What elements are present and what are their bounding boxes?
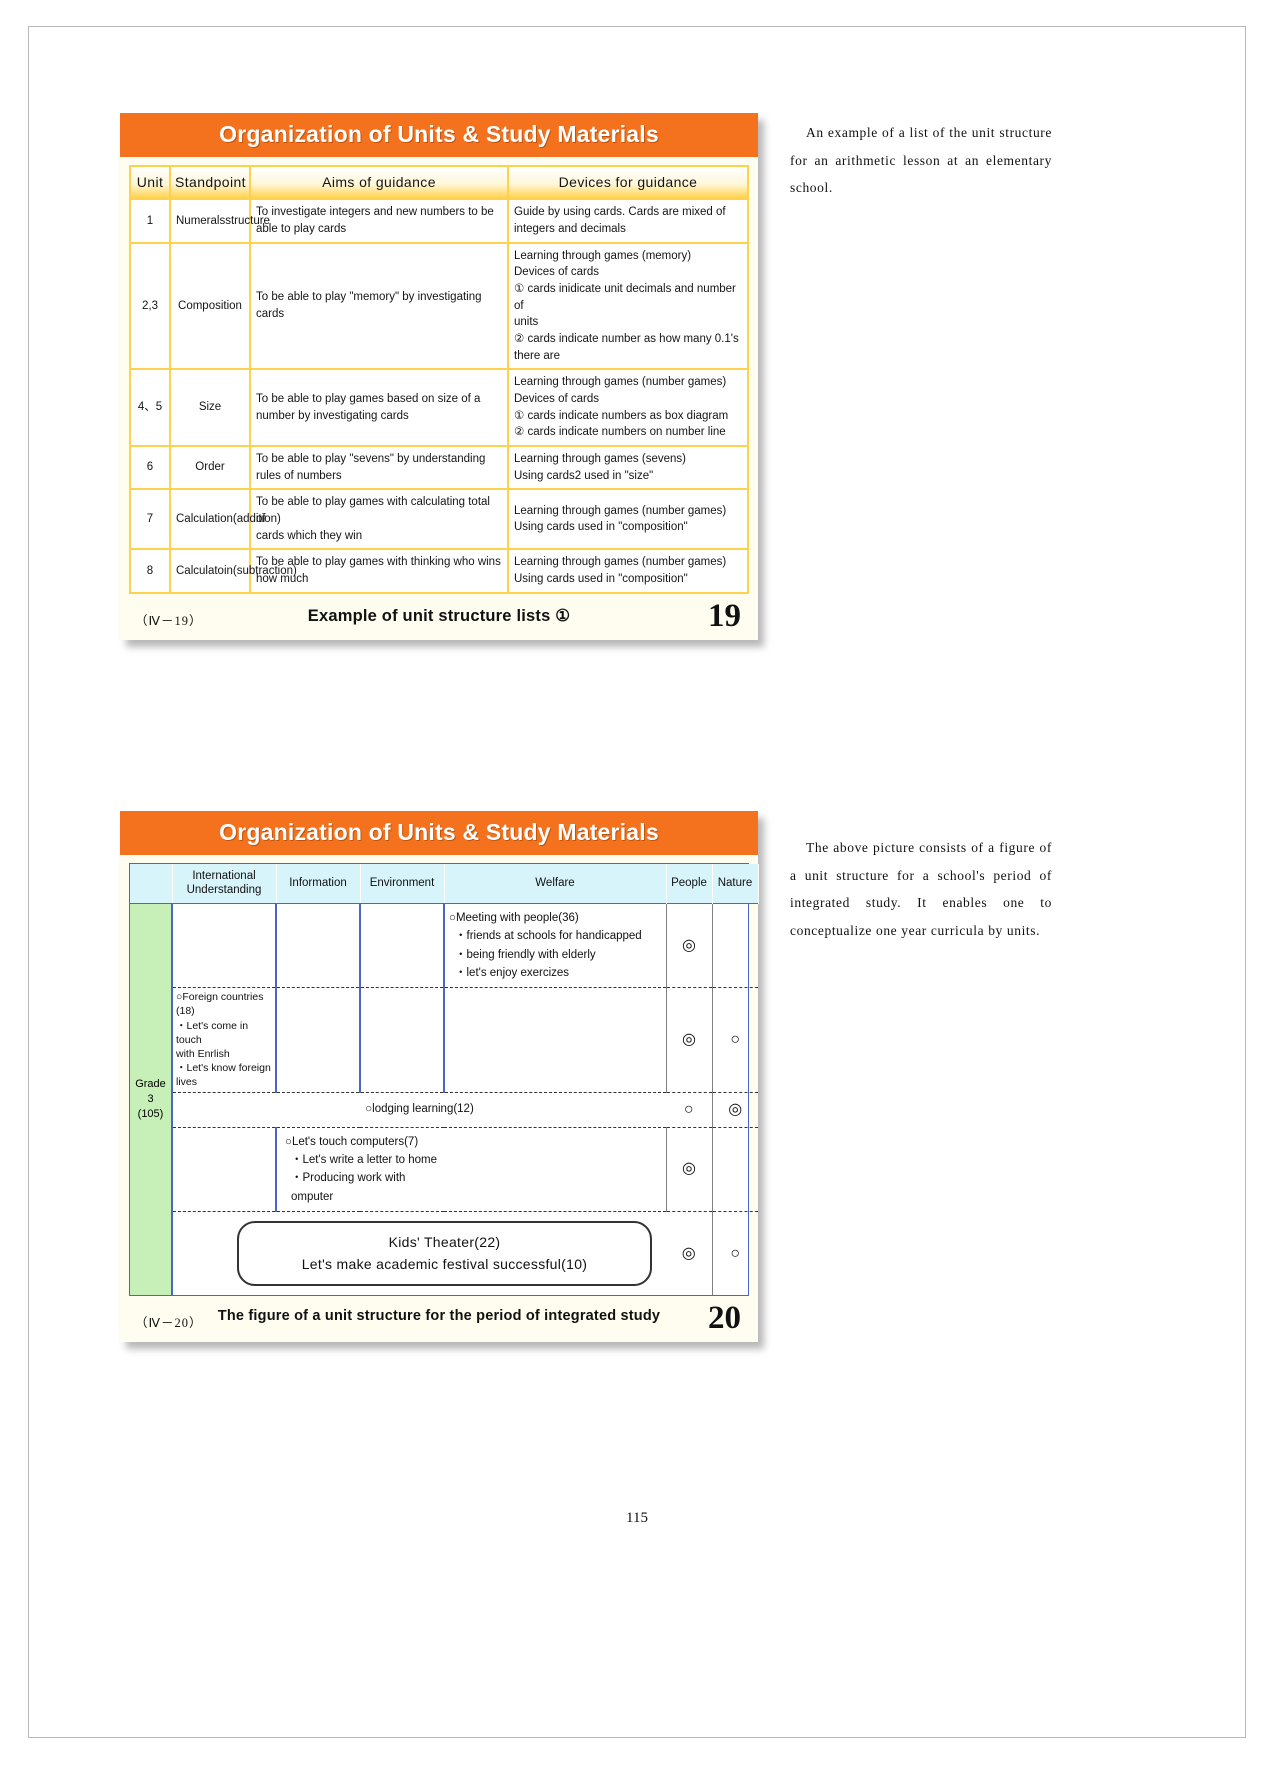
grid-row-kids-theater: Kids' Theater(22) Let's make academic fe… (130, 1211, 758, 1296)
cell-standpoint: Size (169, 368, 251, 448)
cell-devices: Learning through games (sevens) Using car… (507, 445, 749, 491)
cell-standpoint: Composition (169, 241, 251, 371)
slide1-footer: （Ⅳ－19） Example of unit structure lists ①… (129, 598, 749, 638)
slide2-note: The above picture consists of a figure o… (790, 834, 1052, 945)
kids-theater-box: Kids' Theater(22) Let's make academic fe… (237, 1221, 652, 1287)
cell-kids-theater: Kids' Theater(22) Let's make academic fe… (172, 1212, 666, 1296)
slide1-note: An example of a list of the unit structu… (790, 119, 1052, 202)
page-number: 115 (626, 1510, 648, 1526)
table-row: 1 Numeralsstructure To investigate integer… (129, 198, 749, 244)
cell-aims: To be able to play games based on size o… (249, 368, 509, 448)
table-row: 2,3 Composition To be able to play "memory… (129, 241, 749, 371)
cell-devices: Learning through games (number games) Usi… (507, 548, 749, 594)
slide2-footer: （Ⅳ－20） The figure of a unit structure fo… (129, 1300, 749, 1340)
mark-people-r3: ○ (666, 1092, 713, 1128)
mark-people-r4: ◎ (666, 1127, 713, 1213)
mark-nature-r4 (712, 1127, 758, 1213)
column-header-aims: Aims of guidance (249, 164, 509, 201)
cell-aims: To be able to play games with calculatin… (249, 488, 509, 551)
mark-nature-r2: ○ (712, 987, 758, 1093)
cell-intl-r2: ○Foreign countries (18) ・Let's come in t… (172, 987, 277, 1093)
cell-info-r2 (276, 987, 361, 1093)
grid-row-foreign-countries: ○Foreign countries (18) ・Let's come in t… (130, 987, 758, 1093)
kids-theater-line1: Kids' Theater(22) (388, 1234, 501, 1251)
slide-integrated-study-figure: Organization of Units & Study Materials … (120, 811, 759, 1343)
cell-info-touch-computers: ○Let's touch computers(7) ・Let's write a… (276, 1127, 444, 1213)
mark-nature-r3: ◎ (712, 1092, 758, 1128)
unit-structure-table: Unit Standpoint Aims of guidance Devices… (129, 164, 749, 594)
grade-hours: (105) (137, 1108, 164, 1121)
slide1-footer-number: 19 (708, 597, 741, 634)
cell-unit: 8 (129, 548, 171, 594)
cell-welfare-r1: ○Meeting with people(36) ・friends at sch… (444, 902, 667, 989)
cell-devices: Learning through games (memory) Devices o… (507, 241, 749, 371)
grid-row-meeting-with-people: Grade 3 (105) ○Meeting with people(36) ・… (130, 902, 758, 1296)
grid-header-people: People (666, 864, 713, 904)
grid-row-touch-computers: ○Let's touch computers(7) ・Let's write a… (130, 1127, 758, 1213)
cell-unit: 7 (129, 488, 171, 551)
cell-unit: 4、5 (129, 368, 171, 448)
grade-word: Grade (135, 1078, 166, 1091)
table-row: 7 Calculation(addition) To be able to play… (129, 488, 749, 551)
cell-info-r1 (276, 902, 361, 989)
mark-people-r5: ◎ (666, 1211, 713, 1296)
table-row: 6 Order To be able to play "sevens" by und… (129, 445, 749, 491)
table-header-row: Unit Standpoint Aims of guidance Devices… (129, 164, 749, 201)
column-header-devices: Devices for guidance (507, 164, 749, 201)
grid-header-international: International Understanding (172, 864, 277, 904)
grade-value: 3 (147, 1093, 154, 1106)
column-header-standpoint: Standpoint (169, 164, 251, 201)
cell-devices: Guide by using cards. Cards are mixed of… (507, 198, 749, 244)
cell-devices: Learning through games (number games) Usi… (507, 488, 749, 551)
slide2-footer-caption: The figure of a unit structure for the p… (217, 1308, 661, 1325)
grid-header-row: International Understanding Information … (130, 864, 759, 904)
cell-unit: 6 (129, 445, 171, 491)
cell-standpoint: Calculation(addition) (169, 488, 281, 551)
cell-aims: To investigate integers and new numbers … (249, 198, 509, 244)
cell-aims: To be able to play games with thinking w… (249, 548, 509, 594)
cell-intl-r1 (172, 902, 277, 989)
cell-env-r2 (360, 987, 445, 1093)
mark-people-r2: ◎ (666, 987, 713, 1093)
cell-welfare-r2 (444, 987, 667, 1093)
cell-env-r1 (360, 902, 445, 989)
mark-people-r1: ◎ (666, 902, 713, 989)
grid-header-information: Information (276, 864, 361, 904)
cell-standpoint: Order (169, 445, 251, 491)
grade-label-cell: Grade 3 (105) (130, 902, 173, 1296)
cell-aims: To be able to play "sevens" by understan… (249, 445, 509, 491)
slide2-note-text: The above picture consists of a figure o… (790, 840, 1052, 939)
grid-header-environment: Environment (360, 864, 445, 904)
cell-unit: 1 (129, 198, 171, 244)
integrated-study-grid: International Understanding Information … (129, 863, 759, 1297)
cell-aims: To be able to play "memory" by investiga… (249, 241, 509, 371)
slide2-footer-number: 20 (708, 1300, 741, 1337)
cell-intl-r4 (172, 1127, 277, 1213)
grid-header-blank (130, 864, 173, 904)
cell-lodging-learning: ○lodging learning(12) (172, 1092, 666, 1128)
column-header-unit: Unit (129, 164, 171, 201)
cell-unit: 2,3 (129, 241, 171, 371)
cell-welfare-r4 (444, 1127, 667, 1213)
grid-header-nature: Nature (712, 864, 759, 904)
grid-header-welfare: Welfare (444, 864, 667, 904)
slide1-title: Organization of Units & Study Materials (120, 113, 758, 157)
mark-nature-r5: ○ (730, 1244, 741, 1262)
kids-theater-line2: Let's make academic festival successful(… (301, 1255, 588, 1272)
table-row: 8 Calculatoin(subtraction) To be able to p… (129, 548, 749, 594)
slide2-title: Organization of Units & Study Materials (120, 811, 758, 855)
slide-unit-structure-list: Organization of Units & Study Materials … (120, 113, 758, 640)
table-row: 4、5 Size To be able to play games based on… (129, 368, 749, 448)
slide1-note-text: An example of a list of the unit structu… (790, 125, 1052, 196)
cell-devices: Learning through games (number games) Dev… (507, 368, 749, 448)
mark-nature-r1 (712, 902, 758, 989)
slide1-footer-caption: Example of unit structure lists ① (307, 606, 571, 625)
grid-row-lodging-learning: ○lodging learning(12) ○ ◎ (130, 1092, 758, 1128)
cell-standpoint: Numeralsstructure (169, 198, 270, 244)
cell-standpoint: Calculatoin(subtraction) (169, 548, 297, 594)
